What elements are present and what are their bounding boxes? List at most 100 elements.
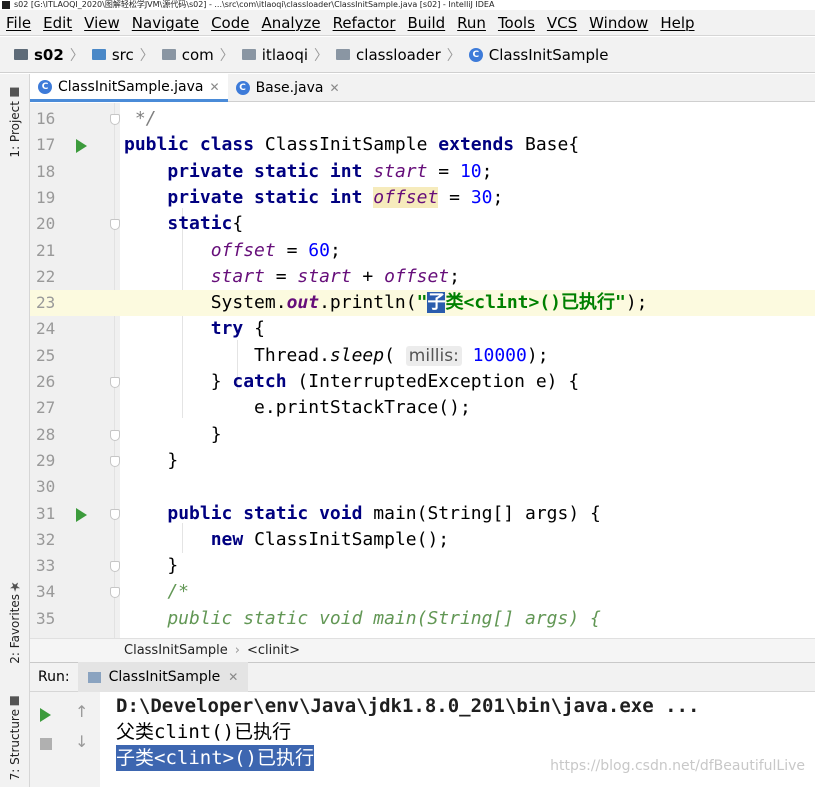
window-title: s02 [G:\ITLAOQI_2020\图解轻松学JVM\源代码\s02] -… xyxy=(14,0,495,9)
close-icon[interactable]: ✕ xyxy=(210,80,220,94)
breadcrumb-src[interactable]: src 〉 xyxy=(91,45,162,65)
run-tool-window-header: Run: ClassInitSample ✕ xyxy=(30,662,815,692)
run-gutter-icon[interactable] xyxy=(76,507,87,522)
run-tab-classinitsample[interactable]: ClassInitSample ✕ xyxy=(77,662,249,692)
line-number: 23 xyxy=(36,293,56,313)
line-number: 27 xyxy=(36,398,56,418)
line-number: 21 xyxy=(36,240,56,260)
editor-crumb-class[interactable]: ClassInitSample xyxy=(124,643,228,658)
code-line-28: 28 } xyxy=(30,422,815,448)
line-number: 22 xyxy=(36,266,56,286)
run-toolbar: ↑ ↓ xyxy=(30,692,100,787)
fold-marker-icon[interactable] xyxy=(110,377,120,388)
tab-classinitsample[interactable]: C ClassInitSample.java ✕ xyxy=(30,74,228,102)
tab-label: ClassInitSample.java xyxy=(58,78,204,95)
tab-base[interactable]: C Base.java ✕ xyxy=(228,74,348,102)
close-icon[interactable]: ✕ xyxy=(329,81,339,95)
menu-view[interactable]: View xyxy=(84,14,120,32)
code-text: offset = 60; xyxy=(210,239,341,261)
menu-analyze[interactable]: Analyze xyxy=(261,14,320,32)
left-tool-window-strip: 1: Project 2: Favorites ★ 7: Structure xyxy=(0,74,30,787)
code-line-34: 34 /* xyxy=(30,579,815,605)
code-text: start = start + offset; xyxy=(210,265,460,287)
line-number: 19 xyxy=(36,187,56,207)
code-line-21: 21 offset = 60; xyxy=(30,238,815,264)
menu-window[interactable]: Window xyxy=(589,14,648,32)
breadcrumb-itlaoqi[interactable]: itlaoqi 〉 xyxy=(241,45,336,65)
favorites-tool-tab[interactable]: 2: Favorites ★ xyxy=(4,579,26,664)
fold-marker-icon[interactable] xyxy=(110,429,120,441)
parameter-hint: millis: xyxy=(405,345,462,366)
code-line-26: 26 } catch (InterruptedException e) { xyxy=(30,369,815,395)
fold-marker-icon[interactable] xyxy=(110,587,120,599)
menu-run[interactable]: Run xyxy=(457,14,486,32)
chevron-right-icon: 〉 xyxy=(446,47,461,64)
console-line: 子类<clint>()已执行 xyxy=(116,745,314,771)
chevron-right-icon: 〉 xyxy=(139,47,154,64)
menu-file[interactable]: File xyxy=(6,14,31,32)
source-folder-icon xyxy=(91,49,106,60)
code-line-24: 24 try { xyxy=(30,316,815,342)
breadcrumb-com[interactable]: com 〉 xyxy=(161,45,242,65)
breadcrumb-project[interactable]: s02 〉 xyxy=(14,45,92,65)
console-line: 父类clint()已执行 xyxy=(116,721,292,743)
line-number: 28 xyxy=(36,424,56,444)
stop-icon[interactable] xyxy=(40,738,52,750)
line-number: 20 xyxy=(36,214,56,234)
code-line-23: 23 System.out.println("子类<clint>()已执行"); xyxy=(30,290,815,317)
close-icon[interactable]: ✕ xyxy=(228,670,238,684)
line-number: 32 xyxy=(36,529,56,549)
code-text: } xyxy=(124,423,222,445)
rerun-icon[interactable] xyxy=(40,708,51,722)
line-number: 24 xyxy=(36,319,56,339)
fold-marker-icon[interactable] xyxy=(110,508,120,520)
code-text: } xyxy=(124,449,179,471)
line-number: 35 xyxy=(36,608,56,628)
menu-refactor[interactable]: Refactor xyxy=(333,14,396,32)
code-line-35: 35 public static void main(String[] args… xyxy=(30,606,815,632)
menu-edit[interactable]: Edit xyxy=(43,14,72,32)
fold-marker-icon[interactable] xyxy=(110,114,120,125)
project-tool-tab[interactable]: 1: Project xyxy=(4,88,26,158)
menu-build[interactable]: Build xyxy=(408,14,446,32)
code-editor[interactable]: 16 */ 17 public class ClassInitSample ex… xyxy=(30,103,815,638)
breadcrumb-class[interactable]: C ClassInitSample xyxy=(468,46,608,64)
structure-tool-tab[interactable]: 7: Structure xyxy=(4,696,26,780)
code-text: System.out.println("子类<clint>()已执行"); xyxy=(124,292,648,314)
menu-tools[interactable]: Tools xyxy=(498,14,535,32)
code-line-19: 19 private static int offset = 30; xyxy=(30,185,815,211)
fold-marker-icon[interactable] xyxy=(110,561,120,573)
code-line-25: 25 Thread.sleep( millis: 10000); xyxy=(30,343,815,369)
run-config-icon xyxy=(87,671,101,683)
watermark: https://blog.csdn.net/dfBeautifulLive xyxy=(550,758,805,774)
window-title-bar: s02 [G:\ITLAOQI_2020\图解轻松学JVM\源代码\s02] -… xyxy=(0,0,815,10)
menu-code[interactable]: Code xyxy=(211,14,249,32)
editor-breadcrumb: ClassInitSample › <clinit> xyxy=(30,638,815,662)
arrow-up-icon[interactable]: ↑ xyxy=(75,702,88,721)
fold-marker-icon[interactable] xyxy=(110,219,120,231)
line-number: 18 xyxy=(36,161,56,181)
run-gutter-icon[interactable] xyxy=(76,139,87,154)
breadcrumb-label: s02 xyxy=(34,45,64,64)
breadcrumb-label: classloader xyxy=(356,45,441,64)
chevron-right-icon: 〉 xyxy=(69,47,84,64)
tab-label: Base.java xyxy=(255,80,324,96)
code-line-16: 16 */ xyxy=(30,106,815,132)
editor-crumb-method[interactable]: <clinit> xyxy=(247,643,300,658)
line-number: 31 xyxy=(36,503,56,523)
menu-vcs[interactable]: VCS xyxy=(547,14,577,32)
line-number: 34 xyxy=(36,582,56,602)
code-text: public static void main(String[] args) { xyxy=(167,502,601,524)
menu-help[interactable]: Help xyxy=(660,14,694,32)
code-text: static{ xyxy=(167,213,244,235)
code-text: private static int offset = 30; xyxy=(167,186,504,208)
code-text: } catch (InterruptedException e) { xyxy=(124,371,580,392)
fold-marker-icon[interactable] xyxy=(110,455,120,467)
arrow-down-icon[interactable]: ↓ xyxy=(75,732,88,751)
star-icon: ★ xyxy=(7,579,23,594)
code-text: Thread.sleep( millis: 10000); xyxy=(124,344,549,366)
breadcrumb-classloader[interactable]: classloader 〉 xyxy=(336,45,469,65)
menu-navigate[interactable]: Navigate xyxy=(132,14,199,32)
code-line-20: 20 static{ xyxy=(30,211,815,237)
run-tab-label: ClassInitSample xyxy=(108,669,221,685)
